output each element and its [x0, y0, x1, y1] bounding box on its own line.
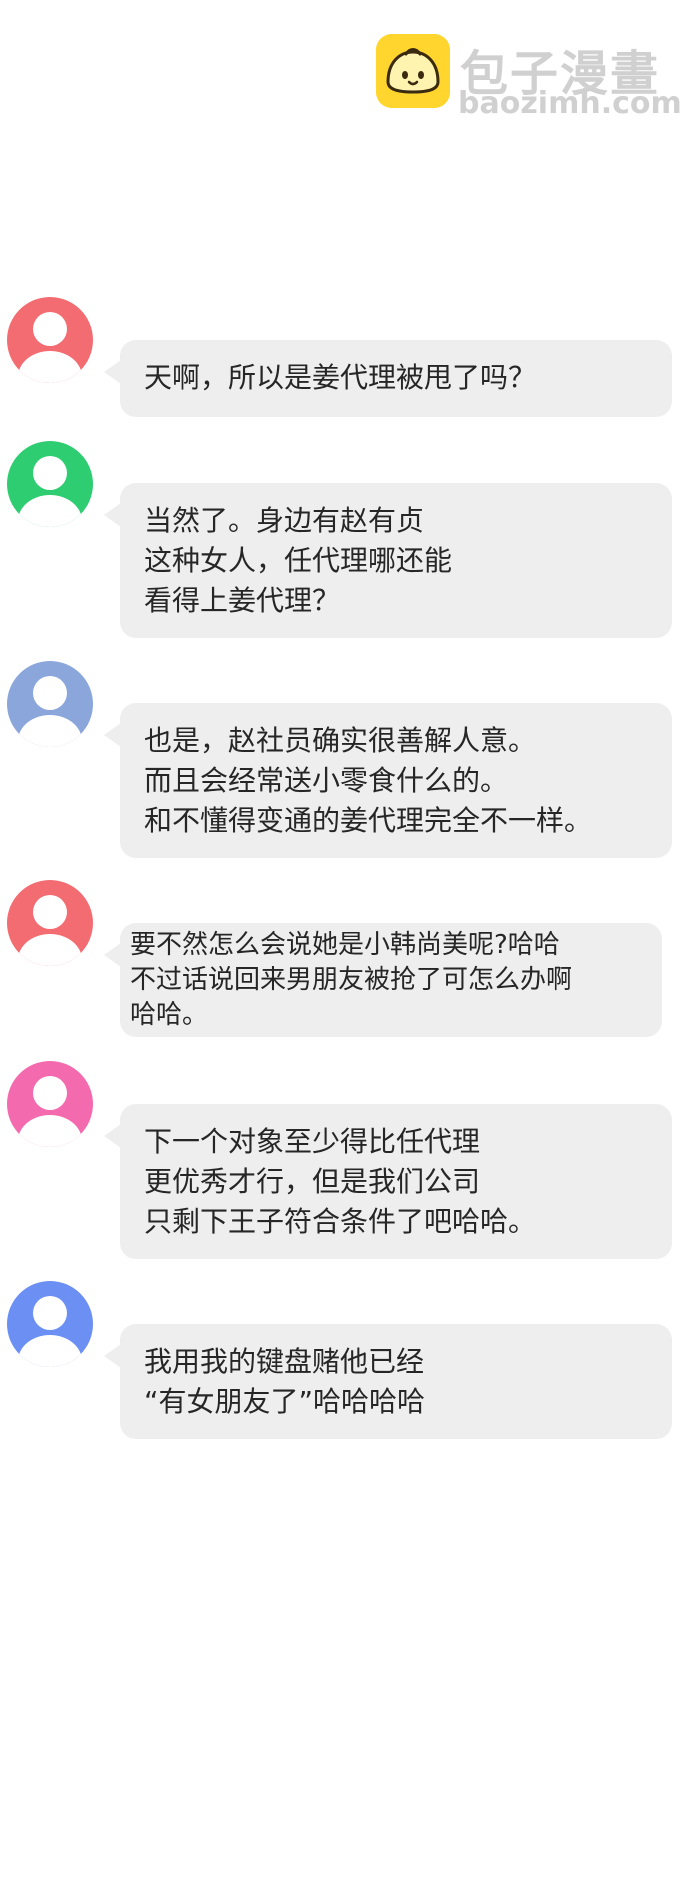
message-bubble: 当然了。身边有赵有贞 这种女人，任代理哪还能 看得上姜代理？: [104, 483, 672, 638]
message-text: 我用我的键盘赌他已经 “有女朋友了”哈哈哈哈: [144, 1345, 426, 1418]
message-bubble: 也是，赵社员确实很善解人意。 而且会经常送小零食什么的。 和不懂得变通的姜代理完…: [104, 703, 672, 858]
message-text: 下一个对象至少得比任代理 更优秀才行，但是我们公司 只剩下王子符合条件了吧哈哈。: [144, 1125, 537, 1238]
user-avatar-icon: [7, 297, 93, 383]
user-avatar-icon: [7, 1281, 93, 1367]
message-bubble: 我用我的键盘赌他已经 “有女朋友了”哈哈哈哈: [104, 1324, 672, 1439]
watermark: 包子漫畫 baozimh.com: [376, 34, 682, 121]
user-avatar-icon: [7, 1061, 93, 1147]
message-bubble: 下一个对象至少得比任代理 更优秀才行，但是我们公司 只剩下王子符合条件了吧哈哈。: [104, 1104, 672, 1259]
message-bubble: 天啊，所以是姜代理被甩了吗？: [104, 340, 672, 417]
user-avatar-icon: [7, 441, 93, 527]
user-avatar-icon: [7, 661, 93, 747]
bun-mascot-icon: [376, 34, 450, 108]
message-bubble: 要不然怎么会说她是小韩尚美呢?哈哈 不过话说回来男朋友被抢了可怎么办啊 哈哈。: [104, 923, 662, 1037]
message-text: 也是，赵社员确实很善解人意。 而且会经常送小零食什么的。 和不懂得变通的姜代理完…: [144, 724, 593, 837]
message-text: 要不然怎么会说她是小韩尚美呢?哈哈 不过话说回来男朋友被抢了可怎么办啊 哈哈。: [130, 930, 573, 1030]
message-text: 天啊，所以是姜代理被甩了吗？: [144, 361, 537, 394]
user-avatar-icon: [7, 880, 93, 966]
watermark-url: baozimh.com: [458, 86, 682, 121]
message-text: 当然了。身边有赵有贞 这种女人，任代理哪还能 看得上姜代理？: [144, 504, 453, 617]
